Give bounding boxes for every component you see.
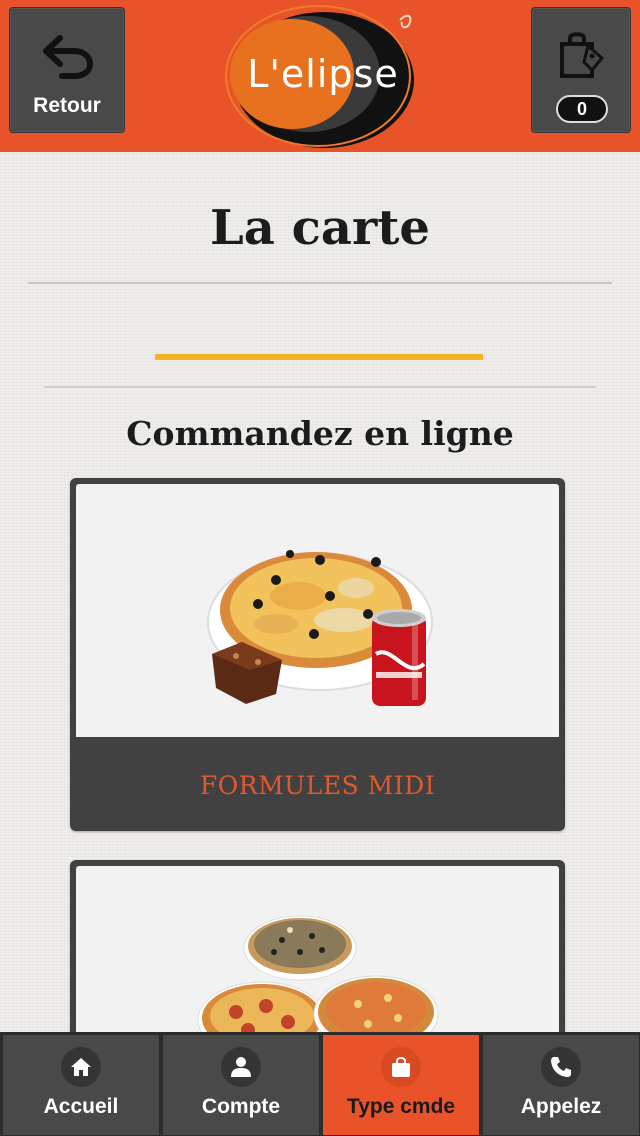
page-title: La carte	[210, 200, 430, 256]
nav-label: Compte	[201, 1095, 281, 1118]
accent-bar	[155, 354, 483, 360]
back-label: Retour	[33, 94, 101, 117]
section-divider	[44, 386, 596, 388]
phone-icon	[541, 1047, 581, 1087]
nav-label: Appelez	[520, 1095, 602, 1118]
cart-count-badge: 0	[556, 95, 608, 123]
nav-compte[interactable]: Compte	[162, 1034, 320, 1136]
nav-appelez[interactable]: Appelez	[482, 1034, 640, 1136]
user-icon	[221, 1047, 261, 1087]
title-divider	[28, 282, 612, 284]
back-button[interactable]: Retour	[9, 7, 125, 133]
nav-label: Type cmde	[346, 1095, 456, 1118]
bottom-navigation: Accueil Compte Type cmde Appelez	[0, 1032, 640, 1136]
category-label: FORMULES MIDI	[199, 771, 436, 800]
category-card-formules-midi[interactable]: FORMULES MIDI	[70, 478, 565, 831]
nav-label: Accueil	[43, 1095, 119, 1118]
nav-accueil[interactable]: Accueil	[2, 1034, 160, 1136]
shopping-bag-icon	[560, 32, 605, 78]
category-card-pizzas[interactable]	[70, 860, 565, 1060]
home-icon	[61, 1047, 101, 1087]
section-subtitle: Commandez en ligne	[126, 414, 514, 453]
app-header: Retour L'elipse 0	[0, 0, 640, 152]
bag-icon	[381, 1047, 421, 1087]
cart-button[interactable]: 0	[531, 7, 631, 133]
logo-text: L'elipse	[247, 52, 399, 96]
back-arrow-icon	[43, 35, 94, 79]
restaurant-logo: L'elipse	[222, 2, 420, 152]
category-image-pizzas	[76, 866, 559, 1060]
category-image-formules-midi	[76, 484, 559, 737]
nav-type-cmde[interactable]: Type cmde	[322, 1034, 480, 1136]
